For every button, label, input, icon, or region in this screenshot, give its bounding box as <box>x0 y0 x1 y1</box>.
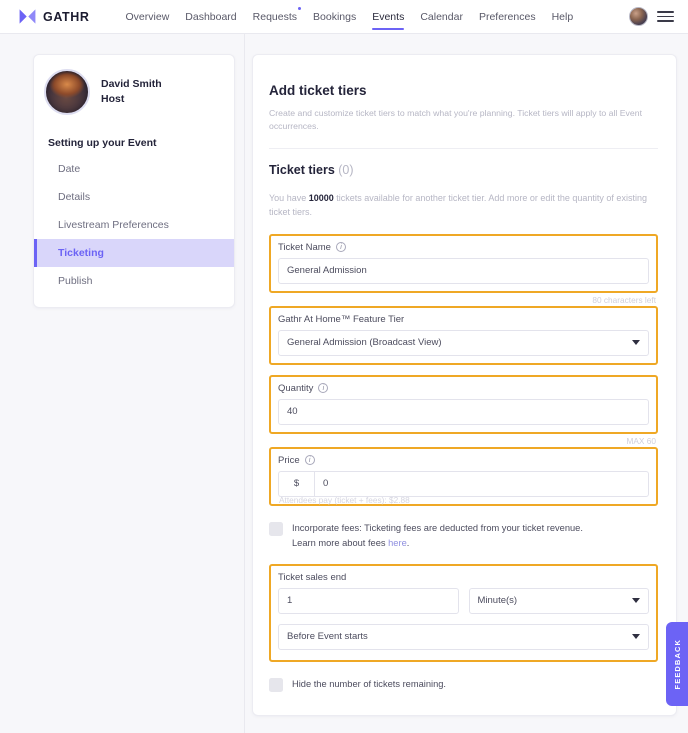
nav-label: Dashboard <box>185 10 237 23</box>
top-bar-actions <box>629 7 674 26</box>
ticket-name-group: Ticket Name i General Admission <box>269 233 658 293</box>
sidebar-item-livestream-preferences[interactable]: Livestream Preferences <box>34 211 234 239</box>
nav-label: Events <box>372 10 405 23</box>
price-input[interactable]: 0 <box>314 470 649 497</box>
gathr-bowtie-logo-icon <box>19 9 36 24</box>
quantity-group: Quantity i 40 <box>269 374 658 434</box>
nav-label: Help <box>551 10 574 23</box>
info-circle-icon[interactable]: i <box>318 383 329 394</box>
nav-item-preferences[interactable]: Preferences <box>479 0 536 34</box>
user-avatar-icon[interactable] <box>629 7 648 26</box>
nav-label: Overview <box>125 10 170 23</box>
sales-end-unit-select[interactable]: Minute(s) <box>468 587 649 614</box>
main-nav: Overview Dashboard Requests Bookings Eve… <box>126 0 574 34</box>
add-ticket-tiers-panel: Add ticket tiers Create and customize ti… <box>252 54 677 716</box>
incorporate-fees-line1: Incorporate fees: Ticketing fees are ded… <box>292 522 583 533</box>
sidebar-item-publish[interactable]: Publish <box>34 267 234 295</box>
notification-dot-icon <box>297 6 302 10</box>
page-title: Add ticket tiers <box>269 83 367 98</box>
divider <box>269 147 658 149</box>
sales-end-label: Ticket sales end <box>278 571 347 583</box>
incorporate-fees-line2-prefix: Learn more about fees <box>292 537 389 548</box>
availability-amount: 10000 <box>308 192 334 203</box>
feedback-tab-label: FEEDBACK <box>672 638 682 690</box>
chevron-down-icon <box>632 340 640 346</box>
nav-item-calendar[interactable]: Calendar <box>420 0 463 34</box>
event-setup-sidebar: David Smith Host Setting up your Event D… <box>33 54 235 308</box>
incorporate-fees-checkbox[interactable] <box>269 521 283 536</box>
incorporate-fees-row: Incorporate fees: Ticketing fees are ded… <box>269 521 658 551</box>
feature-tier-label-row: Gathr At Home™ Feature Tier <box>278 314 649 325</box>
page-description: Create and customize ticket tiers to mat… <box>269 108 642 132</box>
price-group: Price i $ 0 Attendees pay (ticket + fees… <box>269 446 658 506</box>
profile-photo-avatar <box>44 69 90 115</box>
sales-end-row: 1 Minute(s) <box>278 587 649 614</box>
content-divider <box>244 34 245 733</box>
price-label-row: Price i <box>278 455 649 466</box>
sidebar-section-title: Setting up your Event <box>48 137 157 149</box>
fees-learn-more-link[interactable]: here <box>388 538 407 548</box>
sales-end-amount-input[interactable]: 1 <box>278 587 459 614</box>
ticket-name-label-row: Ticket Name i <box>278 242 649 253</box>
chevron-down-icon <box>632 634 640 639</box>
chevron-down-icon <box>632 598 640 603</box>
feature-tier-value: General Admission (Broadcast View) <box>287 337 442 349</box>
sales-end-unit-value: Minute(s) <box>477 595 518 606</box>
currency-prefix: $ <box>278 470 314 497</box>
nav-item-requests[interactable]: Requests <box>252 0 302 34</box>
user-profile: David Smith Host <box>34 69 234 115</box>
ticket-name-input[interactable]: General Admission <box>278 257 649 284</box>
ticket-tiers-count: (0) <box>338 162 354 177</box>
ticket-name-label: Ticket Name <box>278 241 331 253</box>
hamburger-menu-icon[interactable] <box>657 11 674 22</box>
nav-item-bookings[interactable]: Bookings <box>313 0 356 34</box>
price-input-row: $ 0 <box>278 470 649 497</box>
incorporate-fees-line2-suffix: . <box>406 537 410 548</box>
ticket-tiers-label: Ticket tiers <box>269 162 335 177</box>
nav-item-dashboard[interactable]: Dashboard <box>185 0 236 34</box>
hide-remaining-checkbox[interactable] <box>269 677 283 692</box>
sales-end-relative-value: Before Event starts <box>287 631 368 642</box>
nav-label: Bookings <box>313 10 357 23</box>
ticket-sales-end-group: Ticket sales end 1 Minute(s) Before Even… <box>269 563 658 662</box>
brand-name: GATHR <box>43 9 90 24</box>
availability-note: You have 10000 tickets available for ano… <box>269 191 659 220</box>
app-page: GATHR Overview Dashboard Requests Bookin… <box>0 0 688 733</box>
hide-remaining-label: Hide the number of tickets remaining. <box>292 678 446 689</box>
sales-end-label-row: Ticket sales end <box>278 572 649 583</box>
feedback-tab[interactable]: FEEDBACK <box>666 622 688 706</box>
availability-prefix: You have <box>269 192 307 203</box>
feature-tier-label: Gathr At Home™ Feature Tier <box>278 313 405 325</box>
ticket-tiers-heading: Ticket tiers (0) <box>269 163 658 177</box>
sidebar-item-ticketing[interactable]: Ticketing <box>34 239 234 267</box>
hide-remaining-row: Hide the number of tickets remaining. <box>269 677 658 692</box>
incorporate-fees-text: Incorporate fees: Ticketing fees are ded… <box>292 521 583 551</box>
ticket-name-helper: 80 characters left <box>592 294 656 305</box>
info-circle-icon[interactable]: i <box>335 242 346 253</box>
info-circle-icon[interactable]: i <box>304 455 315 466</box>
sidebar-item-date[interactable]: Date <box>34 155 234 183</box>
nav-label: Requests <box>252 10 298 23</box>
profile-name: David Smith <box>101 77 162 90</box>
nav-item-overview[interactable]: Overview <box>126 0 170 34</box>
price-label: Price <box>278 454 300 466</box>
feature-tier-select[interactable]: General Admission (Broadcast View) <box>278 329 649 356</box>
quantity-label-row: Quantity i <box>278 383 649 394</box>
feature-tier-group: Gathr At Home™ Feature Tier General Admi… <box>269 305 658 365</box>
sales-end-relative-select[interactable]: Before Event starts <box>278 623 649 650</box>
quantity-input[interactable]: 40 <box>278 398 649 425</box>
nav-label: Preferences <box>478 10 536 23</box>
brand-logo[interactable]: GATHR <box>18 7 90 26</box>
profile-role: Host <box>101 93 125 105</box>
nav-item-help[interactable]: Help <box>552 0 574 34</box>
nav-label: Calendar <box>420 10 463 23</box>
top-navigation-bar: GATHR Overview Dashboard Requests Bookin… <box>0 0 688 34</box>
nav-item-events[interactable]: Events <box>372 0 405 34</box>
quantity-label: Quantity <box>278 382 314 394</box>
quantity-helper: MAX 60 <box>626 435 656 446</box>
attendee-pay-note: Attendees pay (ticket + fees): $2.88 <box>279 494 410 505</box>
sidebar-item-details[interactable]: Details <box>34 183 234 211</box>
